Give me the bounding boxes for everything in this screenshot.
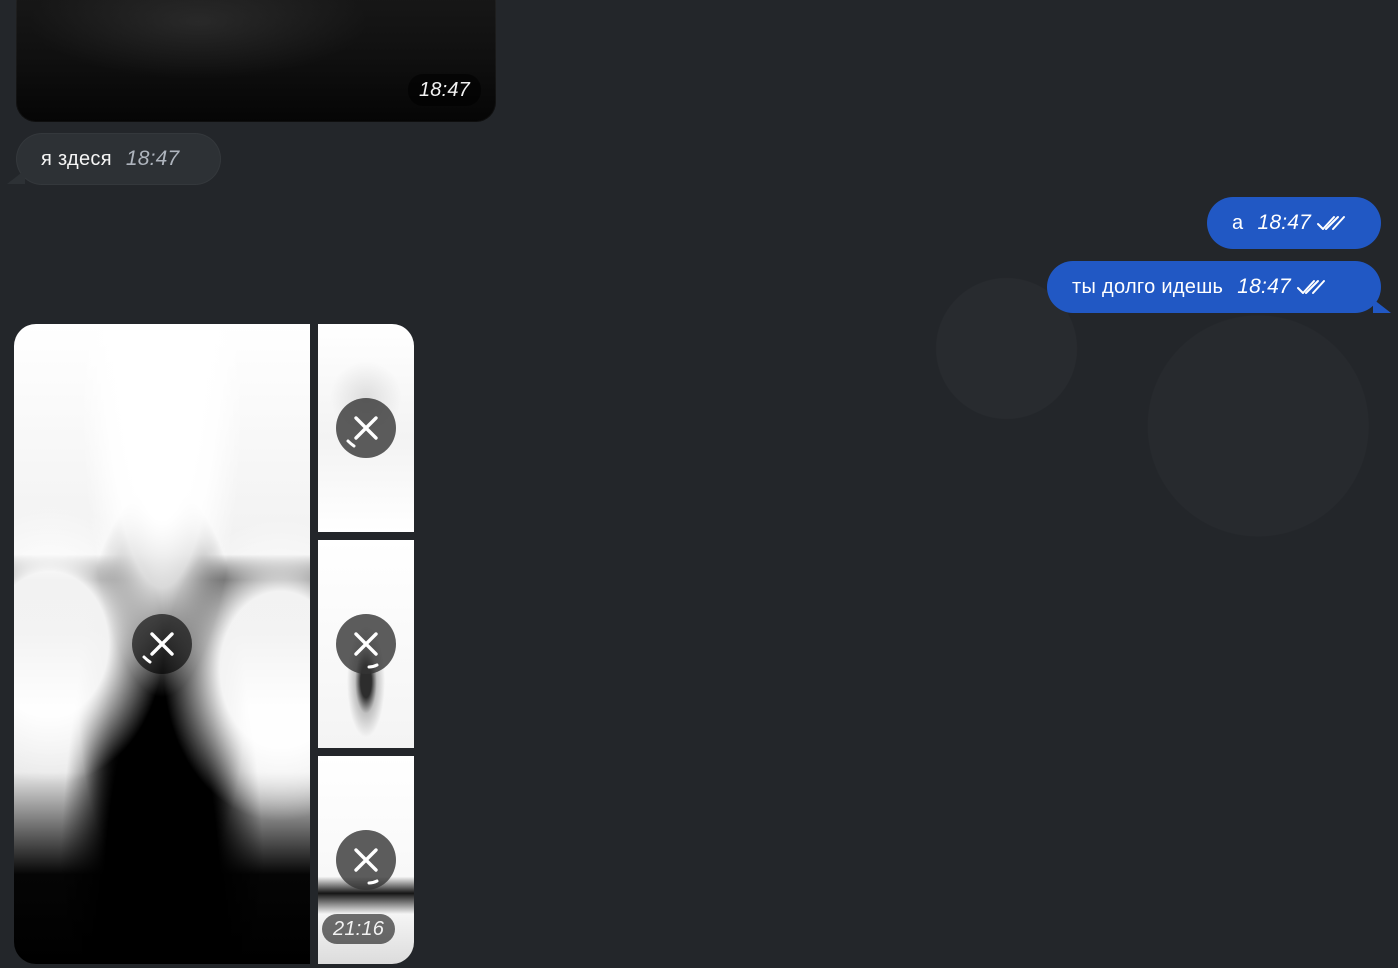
outgoing-message-time: 18:47 [1237, 275, 1291, 298]
double-check-icon [1296, 280, 1325, 294]
media-album-thumbnail[interactable] [318, 324, 414, 532]
media-album-main-photo[interactable] [14, 324, 310, 964]
close-icon [142, 632, 174, 664]
incoming-bubble-tail [7, 170, 25, 184]
close-icon [346, 416, 378, 448]
outgoing-bubble-tail [1373, 299, 1391, 313]
outgoing-message-bubble-long[interactable]: ты долго идешь 18:47 [1047, 261, 1391, 313]
outgoing-message-text: ты долго идешь [1072, 275, 1224, 298]
incoming-message-bubble[interactable]: я здеся 18:47 [7, 133, 221, 185]
cancel-download-button[interactable] [336, 830, 396, 890]
media-album-thumbnail[interactable] [318, 540, 414, 748]
chat-history: 18:47 я здеся 18:47 а 18:47 ты долго иде… [0, 0, 1398, 968]
outgoing-message-time: 18:47 [1257, 211, 1311, 234]
media-top-time: 18:47 [407, 74, 481, 106]
media-album-time: 21:16 [322, 914, 396, 944]
close-icon [354, 632, 379, 669]
close-icon [354, 848, 379, 885]
media-message-top[interactable]: 18:47 [16, 0, 496, 122]
cancel-download-button[interactable] [336, 398, 396, 458]
outgoing-message-bubble-short[interactable]: а 18:47 [1207, 197, 1381, 249]
outgoing-message-text: а [1232, 211, 1244, 234]
incoming-message-text: я здеся [41, 147, 112, 170]
cancel-download-button[interactable] [336, 614, 396, 674]
media-album-thumbnail[interactable]: 21:16 [318, 756, 414, 964]
cancel-download-button[interactable] [132, 614, 192, 674]
incoming-message-time: 18:47 [125, 147, 180, 170]
double-check-icon [1317, 216, 1345, 230]
